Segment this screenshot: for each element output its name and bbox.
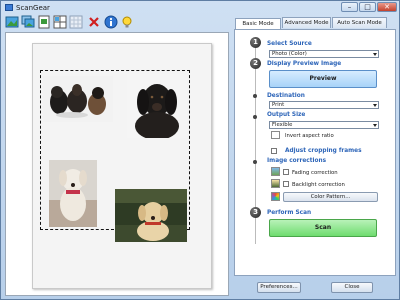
color-pattern-button[interactable]: Color Pattern...: [283, 192, 378, 202]
fading-correction-label: Fading correction: [292, 170, 338, 176]
select-source-value: Photo (Color): [272, 51, 307, 57]
grid-icon[interactable]: [53, 15, 67, 29]
step-2-badge: 2: [250, 58, 261, 69]
info-icon[interactable]: [104, 15, 118, 29]
photo-yellow-dog: [115, 189, 187, 242]
output-size-dropdown[interactable]: Flexible: [269, 121, 379, 129]
destination-dropdown[interactable]: Print: [269, 101, 379, 109]
fading-correction-checkbox[interactable]: [283, 169, 289, 175]
select-source-title: Select Source: [267, 41, 312, 47]
delete-icon[interactable]: [87, 15, 101, 29]
step-3-badge: 3: [250, 207, 261, 218]
adjust-cropping-checkbox[interactable]: [271, 148, 277, 154]
perform-scan-title: Perform Scan: [267, 210, 312, 216]
window-title: ScanGear: [16, 4, 50, 12]
minimize-button[interactable]: –: [341, 2, 358, 12]
scan-image-icon[interactable]: [5, 15, 19, 29]
cropping-frame[interactable]: [40, 70, 190, 242]
backlight-correction-icon: [271, 179, 280, 188]
app-icon: [5, 4, 13, 11]
select-source-dropdown[interactable]: Photo (Color): [269, 50, 379, 58]
preview-button[interactable]: Preview: [269, 70, 377, 88]
step-1-badge: 1: [250, 37, 261, 48]
preferences-button[interactable]: Preferences...: [257, 282, 301, 293]
image-corrections-title: Image corrections: [267, 158, 327, 164]
output-size-dot: [253, 115, 257, 119]
settings-panel: 1 Select Source Photo (Color) 2 Display …: [234, 29, 396, 276]
tab-auto-scan-mode[interactable]: Auto Scan Mode: [332, 17, 387, 28]
toolbar: [3, 14, 233, 31]
output-size-title: Output Size: [267, 112, 306, 118]
help-bulb-icon[interactable]: [120, 15, 134, 29]
close-window-button[interactable]: ✕: [377, 2, 397, 12]
title-bar: ScanGear – □ ✕: [1, 1, 399, 14]
scangear-window: ScanGear – □ ✕ Basic Mode Advanced Mode …: [0, 0, 400, 300]
image-corrections-dot: [253, 160, 257, 164]
maximize-button[interactable]: □: [359, 2, 376, 12]
chevron-down-icon: [373, 104, 377, 107]
thumbnail-icon[interactable]: [69, 15, 83, 29]
close-button[interactable]: Close: [331, 282, 373, 293]
tab-basic-mode[interactable]: Basic Mode: [235, 18, 281, 29]
destination-title: Destination: [267, 93, 305, 99]
preview-area[interactable]: [5, 32, 229, 296]
destination-dot: [253, 94, 257, 98]
preview-icon[interactable]: [37, 15, 51, 29]
output-size-value: Flexible: [272, 122, 293, 128]
color-pattern-icon: [271, 192, 280, 201]
tab-advanced-mode[interactable]: Advanced Mode: [282, 17, 331, 28]
scan-button[interactable]: Scan: [269, 219, 377, 237]
invert-aspect-label: Invert aspect ratio: [285, 133, 334, 139]
photo-dogs-group: [43, 76, 113, 122]
display-preview-title: Display Preview Image: [267, 61, 342, 67]
adjust-cropping-label: Adjust cropping frames: [285, 148, 362, 154]
photo-black-dog: [127, 74, 187, 138]
scan-multi-icon[interactable]: [21, 15, 35, 29]
chevron-down-icon: [373, 124, 377, 127]
fading-correction-icon: [271, 167, 280, 176]
backlight-correction-label: Backlight correction: [292, 182, 345, 188]
platen: [32, 43, 212, 289]
chevron-down-icon: [373, 53, 377, 56]
photo-white-dog: [49, 160, 97, 227]
backlight-correction-checkbox[interactable]: [283, 181, 289, 187]
invert-aspect-icon[interactable]: [271, 131, 280, 139]
destination-value: Print: [272, 102, 285, 108]
